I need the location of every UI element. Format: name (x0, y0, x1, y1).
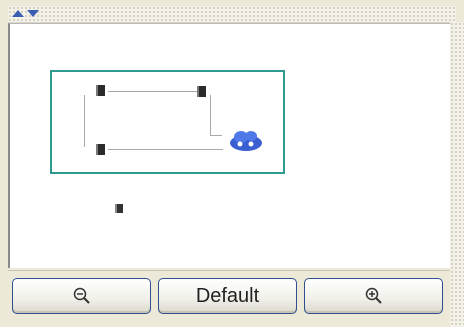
magnifier-minus-icon (73, 287, 90, 304)
zoom-out-button[interactable] (12, 278, 151, 314)
network-node[interactable] (115, 204, 123, 213)
triangle-up-icon[interactable] (12, 10, 24, 17)
connection-line (108, 91, 198, 92)
default-zoom-label: Default (195, 284, 260, 307)
connection-line (210, 95, 211, 135)
panel-edge-strip (450, 22, 464, 327)
zoom-in-button[interactable] (304, 278, 443, 314)
connection-line (210, 135, 222, 136)
overview-rectangle[interactable] (50, 70, 285, 174)
panel-header-bar[interactable] (8, 6, 456, 23)
topology-canvas[interactable] (8, 23, 450, 268)
network-node[interactable] (96, 85, 105, 96)
zoom-toolbar: Default (8, 270, 450, 319)
magnifier-plus-icon (365, 287, 382, 304)
router-icon[interactable] (228, 128, 264, 152)
default-zoom-button[interactable]: Default (158, 278, 297, 314)
connection-line (108, 149, 223, 150)
connection-line (84, 95, 85, 147)
triangle-down-icon[interactable] (27, 10, 39, 17)
network-view-panel: Default (0, 0, 464, 327)
network-node[interactable] (96, 144, 105, 155)
network-node[interactable] (197, 86, 206, 97)
